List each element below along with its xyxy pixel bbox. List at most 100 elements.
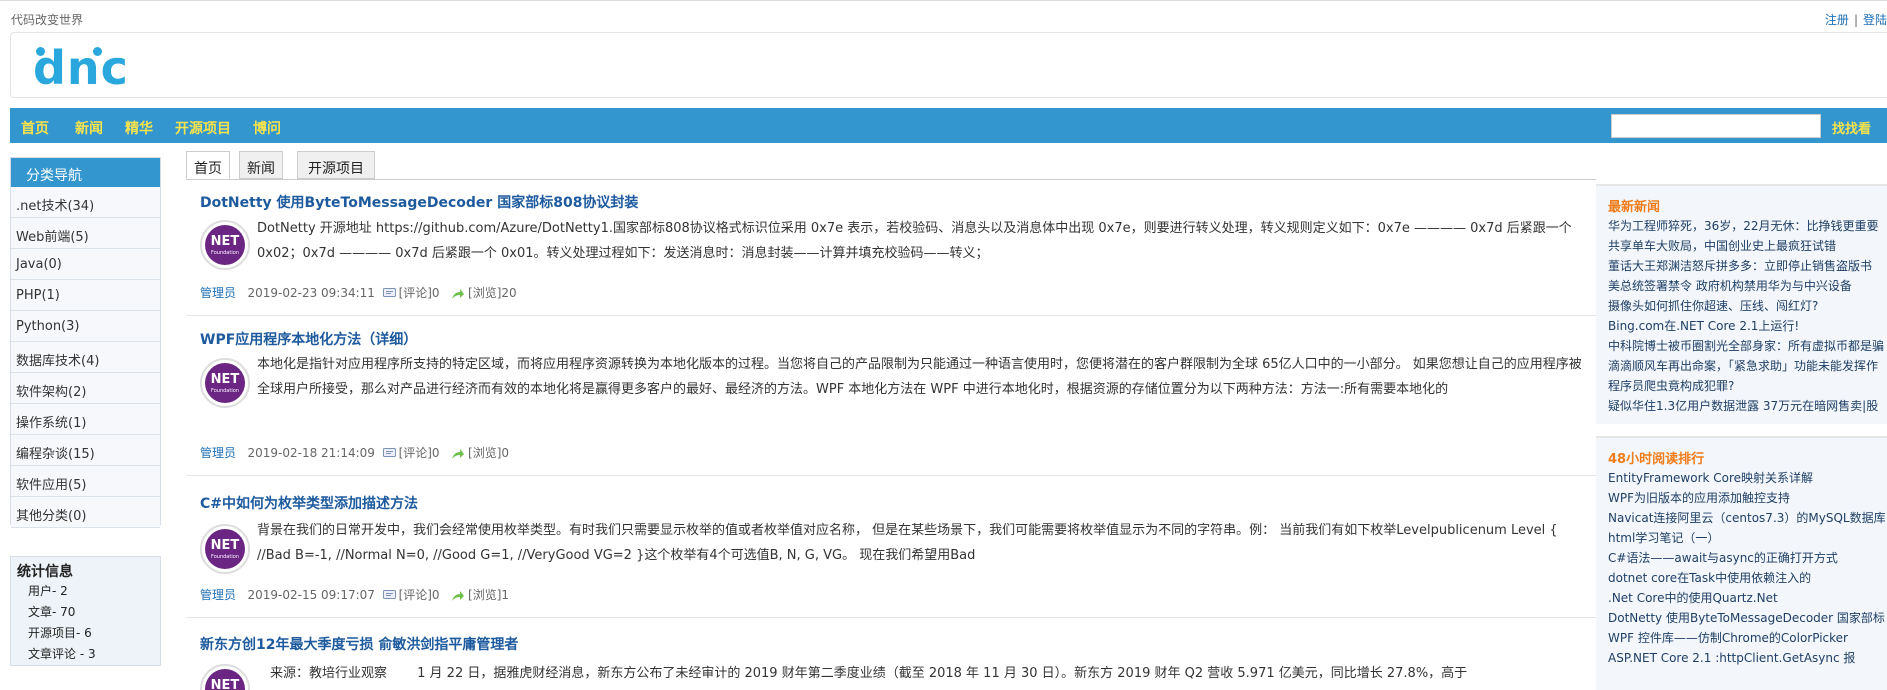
category-item[interactable]: 操作系统(1) <box>11 404 160 435</box>
hot-link[interactable]: WPF 控件库——仿制Chrome的ColorPicker <box>1596 628 1887 648</box>
article-summary: DotNetty 开源地址 https://github.com/Azure/D… <box>257 221 1572 261</box>
tab-news[interactable]: 新闻 <box>239 151 283 179</box>
hot-link[interactable]: dotnet core在Task中使用依赖注入的 <box>1596 568 1887 588</box>
category-item[interactable]: 数据库技术(4) <box>11 342 160 373</box>
article-summary: 背景在我们的日常开发中，我们会经常使用枚举类型。有时我们只需要显示枚举的值或者枚… <box>257 523 1558 563</box>
hot-link[interactable]: DotNetty 使用ByteToMessageDecoder 国家部标 <box>1596 608 1887 628</box>
news-link[interactable]: 中科院博士被币圈割光全部身家：所有虚拟币都是骗 <box>1596 336 1887 356</box>
article-author[interactable]: 管理员 <box>200 286 236 300</box>
net-foundation-icon: NETFoundation <box>200 220 250 270</box>
article-views: [浏览]1 <box>468 588 510 602</box>
article-summary: 来源：教培行业观察 1 月 22 日，据雅虎财经消息，新东方公布了未经审计的 2… <box>270 666 1468 681</box>
hot-link[interactable]: html学习笔记（一） <box>1596 528 1887 548</box>
logo-text: dnc <box>33 41 129 95</box>
comment-icon <box>382 448 396 457</box>
nav-open-source[interactable]: 开源项目 <box>175 118 231 138</box>
article-meta: 管理员 2019-02-23 09:34:11 [评论]0 [浏览]20 <box>200 284 517 301</box>
nav-qa[interactable]: 博问 <box>253 118 281 138</box>
logo-dot <box>36 47 45 56</box>
nav-featured[interactable]: 精华 <box>125 118 153 138</box>
link-separator: | <box>1853 13 1858 27</box>
article-summary: 本地化是指针对应用程序所支持的特定区域，而将应用程序资源转换为本地化版本的过程。… <box>257 357 1582 397</box>
article-views: [浏览]20 <box>468 286 517 300</box>
news-link[interactable]: 疑似华住1.3亿用户数据泄露 37万元在暗网售卖|股 <box>1596 396 1887 416</box>
category-item[interactable]: .net技术(34) <box>11 187 160 218</box>
news-link[interactable]: 美总统签署禁令 政府机构禁用华为与中兴设备 <box>1596 276 1887 296</box>
article-item: C#中如何为枚举类型添加描述方法 NET Foundation 背景在我们的日常开… <box>186 476 1596 618</box>
nav-news[interactable]: 新闻 <box>75 118 103 138</box>
article-title[interactable]: WPF应用程序本地化方法（详细） <box>200 329 417 349</box>
article-meta: 管理员 2019-02-18 21:14:09 [评论]0 [浏览]0 <box>200 444 509 461</box>
hot-link[interactable]: C#语法——await与async的正确打开方式 <box>1596 548 1887 568</box>
hot-link[interactable]: EntityFramework Core映射关系详解 <box>1596 468 1887 488</box>
comment-icon <box>382 590 396 599</box>
login-link[interactable]: 登陆 <box>1863 13 1887 27</box>
hot-link[interactable]: WPF为旧版本的应用添加触控支持 <box>1596 488 1887 508</box>
hot-reads-title: 48小时阅读排行 <box>1608 452 1705 467</box>
article-author[interactable]: 管理员 <box>200 588 236 602</box>
latest-news-panel: 最新新闻 华为工程师猝死，36岁，22月无休：比挣钱更重要 共享单车大败局，中国… <box>1596 184 1887 424</box>
share-icon <box>452 590 465 601</box>
register-link[interactable]: 注册 <box>1825 13 1849 27</box>
news-link[interactable]: 滴滴顺风车再出命案，「紧急求助」功能未能发挥作 <box>1596 356 1887 376</box>
search-input[interactable] <box>1611 114 1821 138</box>
logo-dot <box>93 47 102 56</box>
article-comments[interactable]: [评论]0 <box>399 446 440 460</box>
category-item[interactable]: 软件应用(5) <box>11 466 160 497</box>
news-link[interactable]: 程序员爬虫竟构成犯罪? <box>1596 376 1887 396</box>
account-links: 注册 | 登陆 <box>1825 11 1887 28</box>
hot-link[interactable]: Navicat连接阿里云（centos7.3）的MySQL数据库 <box>1596 508 1887 528</box>
stat-comments: 文章评论 - 3 <box>28 647 96 661</box>
site-logo[interactable]: dnc <box>33 41 129 95</box>
article-title[interactable]: C#中如何为枚举类型添加描述方法 <box>200 493 418 513</box>
stat-users: 用户- 2 <box>28 584 68 598</box>
article-views: [浏览]0 <box>468 446 510 460</box>
latest-news-title: 最新新闻 <box>1608 200 1661 215</box>
news-link[interactable]: 华为工程师猝死，36岁，22月无休：比挣钱更重要 <box>1596 216 1887 236</box>
search-button[interactable]: 找找看 <box>1832 118 1871 137</box>
net-foundation-icon: NETFoundation <box>200 664 250 690</box>
category-item[interactable]: Python(3) <box>11 311 160 342</box>
article-item: 新东方创12年最大季度亏损 俞敏洪剑指平庸管理者 NETFoundation 来… <box>186 618 1596 690</box>
category-item[interactable]: Java(0) <box>11 249 160 280</box>
article-date: 2019-02-23 09:34:11 <box>247 286 375 300</box>
hot-reads-panel: 48小时阅读排行 EntityFramework Core映射关系详解 WPF为… <box>1596 436 1887 690</box>
article-title[interactable]: DotNetty 使用ByteToMessageDecoder 国家部标808协… <box>200 192 638 212</box>
hot-link[interactable]: .Net Core中的使用Quartz.Net <box>1596 588 1887 608</box>
comment-icon <box>382 288 396 297</box>
top-bar: 代码改变世界 注册 | 登陆 <box>0 5 1887 31</box>
stat-projects: 开源项目- 6 <box>28 626 92 640</box>
tab-home[interactable]: 首页 <box>186 151 230 179</box>
stats-title: 统计信息 <box>17 564 73 580</box>
category-item[interactable]: 其他分类(0) <box>11 497 160 528</box>
article-comments[interactable]: [评论]0 <box>399 588 440 602</box>
net-foundation-icon: NETFoundation <box>200 524 250 574</box>
article-author[interactable]: 管理员 <box>200 446 236 460</box>
category-panel: 分类导航 .net技术(34) Web前端(5) Java(0) PHP(1) … <box>10 157 161 528</box>
net-foundation-icon: NETFoundation <box>200 358 250 408</box>
news-link[interactable]: 董话大王郑渊洁怒斥拼多多：立即停止销售盗版书 <box>1596 256 1887 276</box>
article-item: DotNetty 使用ByteToMessageDecoder 国家部标808协… <box>186 180 1596 316</box>
category-item[interactable]: PHP(1) <box>11 280 160 311</box>
hot-link[interactable]: ASP.NET Core 2.1 :httpClient.GetAsync 报 <box>1596 648 1887 668</box>
logo-banner: dnc <box>10 32 1887 98</box>
news-link[interactable]: 共享单车大败局，中国创业史上最疯狂试错 <box>1596 236 1887 256</box>
tab-open-source[interactable]: 开源项目 <box>297 151 375 179</box>
article-title[interactable]: 新东方创12年最大季度亏损 俞敏洪剑指平庸管理者 <box>200 634 518 654</box>
article-item: WPF应用程序本地化方法（详细） NET Foundation 本地化是指针对应用… <box>186 316 1596 476</box>
article-comments[interactable]: [评论]0 <box>399 286 440 300</box>
news-link[interactable]: 摄像头如何抓住你超速、压线、闯红灯? <box>1596 296 1887 316</box>
article-meta: 管理员 2019-02-15 09:17:07 [评论]0 [浏览]1 <box>200 586 509 603</box>
article-date: 2019-02-15 09:17:07 <box>247 588 375 602</box>
stat-articles: 文章- 70 <box>28 605 76 619</box>
site-slogan: 代码改变世界 <box>11 13 84 27</box>
stats-panel: 统计信息 用户- 2 文章- 70 开源项目- 6 文章评论 - 3 <box>10 556 161 666</box>
category-item[interactable]: 编程杂谈(15) <box>11 435 160 466</box>
share-icon <box>452 448 465 459</box>
nav-home[interactable]: 首页 <box>21 118 49 138</box>
main-nav: 首页 新闻 精华 开源项目 博问 找找看 <box>10 108 1887 143</box>
category-item[interactable]: Web前端(5) <box>11 218 160 249</box>
article-date: 2019-02-18 21:14:09 <box>247 446 375 460</box>
category-item[interactable]: 软件架构(2) <box>11 373 160 404</box>
news-link[interactable]: Bing.com在.NET Core 2.1上运行! <box>1596 316 1887 336</box>
